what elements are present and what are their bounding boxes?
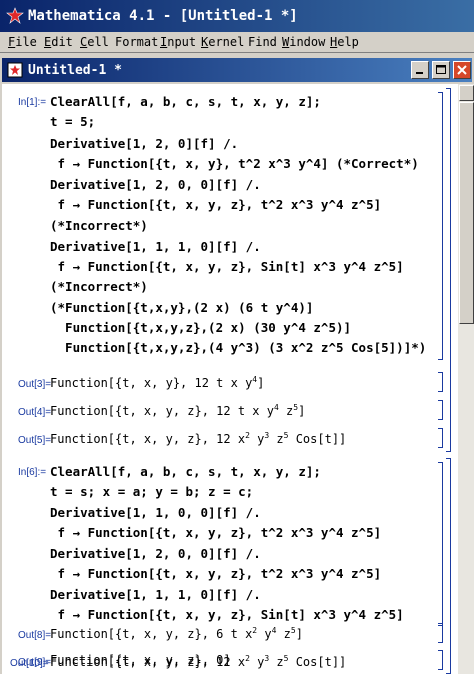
notebook-content[interactable]: In[1]:= ClearAll[f, a, b, c, s, t, x, y,… [2,84,458,674]
maximize-icon [436,65,446,74]
code-line: t = s; x = a; y = b; z = c; [50,484,254,499]
code-line: f → Function[{t, x, y, z}, t^2 x^3 y^4 z… [50,525,382,540]
cell-bracket[interactable] [438,623,443,643]
menu-edit[interactable]: Edit [44,35,73,49]
code-line: f → Function[{t, x, y, z}, Sin[t] x^3 y^… [50,259,404,274]
out4-label: Out[4]= [18,407,52,418]
output-cell-3[interactable]: Function[{t, x, y}, 12 t x y4] [50,375,264,390]
scroll-thumb[interactable] [459,102,474,324]
code-line: t = 5; [50,114,96,129]
output-cell-5[interactable]: Function[{t, x, y, z}, 12 x2 y3 z5 Cos[t… [50,431,346,446]
code-line: f → Function[{t, x, y, z}, Sin[t] x^3 y^… [50,607,404,622]
code-line: Derivative[1, 1, 0, 0][f] /. [50,505,261,520]
menu-find[interactable]: Find [248,35,277,49]
app-title-bar: Mathematica 4.1 - [Untitled-1 *] [0,0,474,32]
notebook-icon [7,62,23,78]
app-title: Mathematica 4.1 - [Untitled-1 *] [28,8,298,24]
menu-kernel[interactable]: Kernel [201,35,244,49]
code-line: ClearAll[f, a, b, c, s, t, x, y, z]; [50,464,321,479]
cell-bracket[interactable] [438,92,443,360]
menu-cell[interactable]: Cell [80,35,109,49]
code-line: Derivative[1, 2, 0][f] /. [50,136,239,151]
scroll-up-arrow[interactable] [459,85,474,101]
in6-label: In[6]:= [18,467,47,478]
maximize-button[interactable] [432,61,450,79]
in1-label: In[1]:= [18,97,47,108]
output-cell-10[interactable]: Function[{t, x, y, z}, 12 x2 y3 z5 Cos[t… [50,654,346,669]
menu-format[interactable]: Format [115,35,158,49]
notebook-title-bar: Untitled-1 * [2,58,472,82]
menu-help[interactable]: Help [330,35,359,49]
cell-bracket[interactable] [438,372,443,392]
notebook-title: Untitled-1 * [28,63,122,78]
cell-bracket[interactable] [438,650,443,670]
minimize-button[interactable] [411,61,429,79]
cell-bracket[interactable] [438,400,443,420]
group-bracket[interactable] [446,88,451,452]
code-line: Derivative[1, 2, 0, 0][f] /. [50,546,261,561]
close-button[interactable] [453,61,471,79]
code-line: (*Incorrect*) [50,279,148,294]
minimize-icon [416,72,423,74]
menu-window[interactable]: Window [282,35,325,49]
code-line: Derivative[1, 1, 1, 0][f] /. [50,587,261,602]
close-icon [457,65,467,75]
out5-label: Out[5]= [18,435,52,446]
code-line: Function[{t,x,y,z},(4 y^3) (3 x^2 z^5 Co… [50,340,427,355]
out8-label: Out[8]= [18,630,52,641]
code-line: Derivative[1, 1, 1, 0][f] /. [50,239,261,254]
code-line: Function[{t,x,y,z},(2 x) (30 y^4 z^5)] [50,320,352,335]
menu-bar: File Edit Cell Format Input Kernel Find … [0,32,474,53]
cell-bracket[interactable] [438,462,443,626]
cell-bracket[interactable] [438,428,443,448]
vertical-scrollbar[interactable] [458,84,474,674]
output-cell-4[interactable]: Function[{t, x, y, z}, 12 t x y4 z5] [50,403,305,418]
menu-file[interactable]: File [8,35,37,49]
notebook-window: Untitled-1 * In[1]:= ClearAll[f, a, b, c… [0,56,474,674]
code-line: Derivative[1, 2, 0, 0][f] /. [50,177,261,192]
code-line: f → Function[{t, x, y, z}, t^2 x^3 y^4 z… [50,566,382,581]
code-line: f → Function[{t, x, y, z}, t^2 x^3 y^4 z… [50,197,382,212]
out3-label: Out[3]= [18,379,52,390]
code-line: ClearAll[f, a, b, c, s, t, x, y, z]; [50,94,321,109]
output-cell-8[interactable]: Function[{t, x, y, z}, 6 t x2 y4 z5] [50,626,303,641]
menu-input[interactable]: Input [160,35,196,49]
group-bracket[interactable] [446,458,451,674]
out10-label: Out[10]= [10,658,49,669]
code-line: (*Function[{t,x,y},(2 x) (6 t y^4)] [50,300,314,315]
code-line: (*Incorrect*) [50,218,148,233]
code-line: f → Function[{t, x, y}, t^2 x^3 y^4] (*C… [50,156,419,171]
mathematica-logo-icon [6,7,24,24]
